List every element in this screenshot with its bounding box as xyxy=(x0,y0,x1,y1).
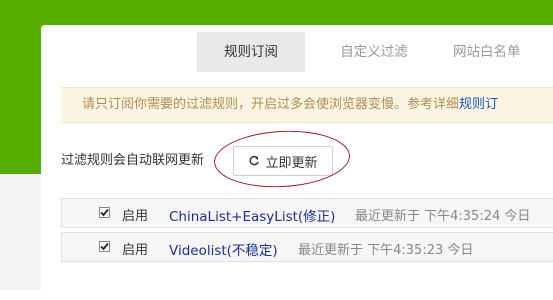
rule-enable-checkbox[interactable] xyxy=(99,207,110,218)
notice-banner: 请只订阅你需要的过滤规则，开启过多会使浏览器变慢。参考详细规则订 xyxy=(61,87,553,123)
update-now-button[interactable]: 立即更新 xyxy=(233,146,333,176)
update-now-label: 立即更新 xyxy=(265,155,318,171)
refresh-icon xyxy=(248,155,260,167)
rule-name-link[interactable]: Videolist(不稳定) xyxy=(169,239,278,259)
tab-site-whitelist[interactable]: 网站白名单 xyxy=(443,32,553,72)
rule-updated-time: 最近更新于 下午4:35:23 今日 xyxy=(298,243,474,258)
settings-panel: 规则订阅 自定义过滤 网站白名单 请只订阅你需要的过滤规则，开启过多会使浏览器变… xyxy=(41,25,553,300)
tab-bar: 规则订阅 自定义过滤 网站白名单 xyxy=(197,32,553,72)
notice-text: 请只订阅你需要的过滤规则，开启过多会使浏览器变慢。参考详细 xyxy=(82,97,460,112)
rule-enable-label: 启用 xyxy=(122,243,149,258)
auto-update-label: 过滤规则会自动联网更新 xyxy=(61,153,205,168)
tab-custom-filter[interactable]: 自定义过滤 xyxy=(325,32,423,72)
notice-link[interactable]: 规则订 xyxy=(459,97,498,112)
check-icon xyxy=(100,242,109,251)
rule-updated-time: 最近更新于 下午4:35:24 今日 xyxy=(355,209,531,224)
rule-enable-label: 启用 xyxy=(122,209,149,224)
tab-rule-subscription[interactable]: 规则订阅 xyxy=(197,32,305,72)
rule-row: 启用 Videolist(不稳定) 最近更新于 下午4:35:23 今日 xyxy=(61,232,553,262)
rule-enable-checkbox[interactable] xyxy=(99,241,110,252)
rule-row: 启用 ChinaList+EasyList(修正) 最近更新于 下午4:35:2… xyxy=(61,198,553,228)
rule-name-link[interactable]: ChinaList+EasyList(修正) xyxy=(169,205,335,225)
check-icon xyxy=(100,208,109,217)
